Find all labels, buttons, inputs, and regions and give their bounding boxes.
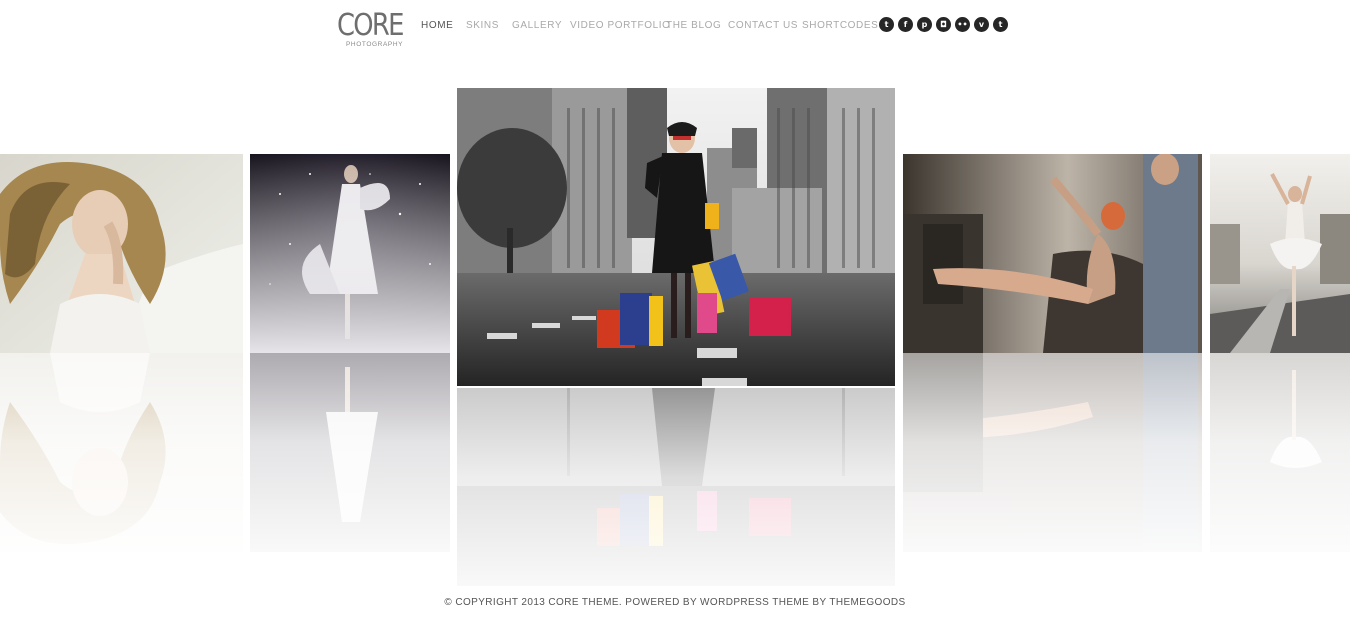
tumblr-icon[interactable]: t — [993, 17, 1008, 32]
photo-salon-woman-reflection — [903, 353, 1202, 552]
photo-woman-curly-hair-reflection — [0, 353, 243, 552]
photo-salon-woman-image — [903, 154, 1202, 353]
flickr-icon[interactable]: •• — [955, 17, 970, 32]
facebook-icon[interactable]: f — [898, 17, 913, 32]
logo-subtitle: PHOTOGRAPHY — [346, 41, 404, 48]
photo-ballerina[interactable] — [1210, 154, 1350, 353]
nav-skins[interactable]: SKINS — [466, 19, 499, 33]
nav-video-portfolio[interactable]: VIDEO PORTFOLIO — [570, 19, 671, 33]
pinterest-icon[interactable]: p — [917, 17, 932, 32]
nav-contact-us[interactable]: CONTACT US — [728, 19, 798, 33]
nav-shortcodes[interactable]: SHORTCODES — [802, 19, 878, 33]
site-logo[interactable]: CORE PHOTOGRAPHY — [337, 10, 404, 52]
photo-ballerina-reflection — [1210, 353, 1350, 552]
photo-woman-white-gown-reflection — [250, 353, 450, 552]
nav-home[interactable]: HOME — [421, 19, 453, 33]
vimeo-icon[interactable]: v — [974, 17, 989, 32]
photo-ballerina-image — [1210, 154, 1350, 353]
instagram-icon[interactable]: ◘ — [936, 17, 951, 32]
nav-gallery[interactable]: GALLERY — [512, 19, 562, 33]
footer-copyright: © COPYRIGHT 2013 CORE THEME. POWERED BY … — [444, 597, 906, 608]
photo-woman-shopping-image — [457, 88, 895, 386]
photo-woman-curly-hair[interactable] — [0, 154, 243, 353]
photo-salon-woman[interactable] — [903, 154, 1202, 353]
twitter-icon[interactable]: t — [879, 17, 894, 32]
logo-title: CORE — [337, 8, 404, 43]
photo-woman-shopping[interactable] — [457, 88, 895, 386]
nav-the-blog[interactable]: THE BLOG — [666, 19, 721, 33]
photo-woman-white-gown[interactable] — [250, 154, 450, 353]
photo-woman-curly-hair-image — [0, 154, 243, 353]
photo-woman-white-gown-image — [250, 154, 450, 353]
photo-woman-shopping-reflection — [457, 388, 895, 586]
